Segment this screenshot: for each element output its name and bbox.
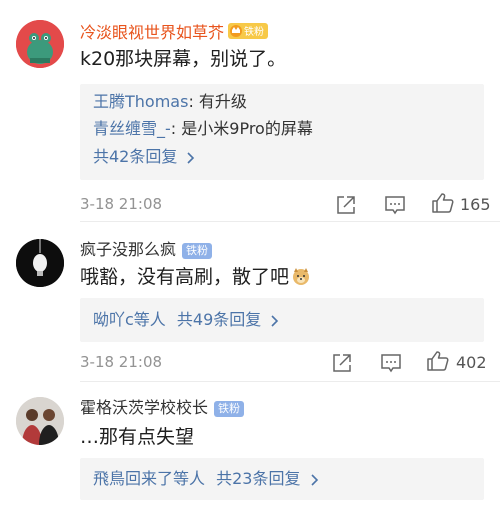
reply-line[interactable]: 青丝缠雪_-: 是小米9Pro的屏幕 — [93, 118, 313, 140]
chevron-right-icon — [311, 473, 318, 486]
reply-line[interactable]: 王腾Thomas: 有升级 — [93, 91, 247, 113]
comment-item: 冷淡眼视世界如草芥 铁粉 k20那块屏幕，别说了。 王腾Thomas: 有升级 … — [0, 0, 500, 222]
share-icon[interactable] — [335, 193, 357, 217]
timestamp: 3-18 21:08 — [80, 195, 163, 213]
like-count: 402 — [456, 353, 487, 372]
reply-username[interactable]: 青丝缠雪_- — [93, 119, 171, 138]
like-icon[interactable] — [431, 191, 455, 215]
chevron-right-icon — [187, 151, 195, 164]
reply-summary-users[interactable]: 呦吖c等人 — [93, 310, 166, 329]
reply-username[interactable]: 王腾Thomas — [93, 92, 188, 111]
comment-icon[interactable] — [383, 193, 407, 217]
people-avatar-icon — [16, 397, 64, 445]
avatar[interactable] — [16, 397, 64, 445]
frog-avatar-icon — [16, 20, 64, 68]
comment-item: 霍格沃茨学校校长 铁粉 …那有点失望 飛鳥回来了等人 共23条回复 — [0, 382, 500, 514]
reply-text: 是小米9Pro的屏幕 — [181, 119, 313, 138]
more-replies-link[interactable]: 飛鳥回来了等人 共23条回复 — [93, 468, 320, 490]
username[interactable]: 霍格沃茨学校校长 铁粉 — [80, 398, 245, 418]
username[interactable]: 疯子没那么疯 铁粉 — [80, 240, 213, 260]
fans-badge: 铁粉 — [182, 242, 213, 259]
reply-preview-box[interactable]: 王腾Thomas: 有升级 青丝缠雪_-: 是小米9Pro的屏幕 共42条回复 — [80, 84, 484, 180]
reply-preview-box[interactable]: 呦吖c等人 共49条回复 — [80, 298, 484, 342]
fans-badge: 铁粉 — [214, 400, 245, 417]
comment-text: k20那块屏幕，别说了。 — [80, 48, 287, 70]
fans-badge: 铁粉 — [244, 25, 264, 38]
doge-emoji-icon — [293, 268, 310, 285]
avatar[interactable] — [16, 239, 64, 287]
like-icon[interactable] — [426, 349, 450, 373]
avatar[interactable] — [16, 20, 64, 68]
share-icon[interactable] — [331, 351, 353, 375]
comment-item: 疯子没那么疯 铁粉 哦豁，没有高刷，散了吧 呦吖c等人 共49条回复 3-18 2… — [0, 222, 500, 382]
comment-icon[interactable] — [379, 351, 403, 375]
more-replies-link[interactable]: 共42条回复 — [93, 146, 196, 168]
timestamp: 3-18 21:08 — [80, 353, 163, 371]
chevron-right-icon — [271, 314, 279, 327]
reply-preview-box[interactable]: 飛鳥回来了等人 共23条回复 — [80, 458, 484, 500]
comment-text: …那有点失望 — [80, 426, 195, 448]
more-replies-link[interactable]: 呦吖c等人 共49条回复 — [93, 309, 280, 331]
lightbulb-avatar-icon — [16, 239, 64, 287]
like-count: 165 — [460, 195, 491, 214]
reply-text: 有升级 — [198, 92, 247, 111]
reply-summary-users[interactable]: 飛鳥回来了等人 — [93, 469, 205, 488]
vip-crown-icon: 铁粉 — [228, 22, 269, 45]
comment-text: 哦豁，没有高刷，散了吧 — [80, 264, 311, 290]
username[interactable]: 冷淡眼视世界如草芥 铁粉 — [80, 22, 269, 45]
